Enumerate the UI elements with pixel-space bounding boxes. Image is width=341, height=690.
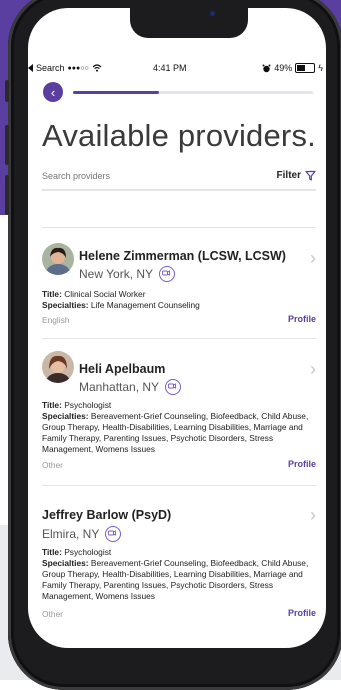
status-left: Search ●●●○○ xyxy=(28,63,102,73)
mute-switch xyxy=(5,80,9,102)
provider-specialties-line: Specialties: Bereavement-Grief Counselin… xyxy=(42,411,316,455)
provider-title-line: Title: Clinical Social Worker xyxy=(42,289,316,300)
volume-down-button xyxy=(5,175,9,215)
provider-name[interactable]: Heli Apelbaum xyxy=(79,362,165,376)
page-title: Available providers. xyxy=(42,118,316,153)
title-value: Psychologist xyxy=(64,400,112,410)
provider-info: Title: Clinical Social Worker Specialtie… xyxy=(42,289,316,311)
back-button[interactable]: ‹ xyxy=(43,82,63,102)
provider-location: New York, NY xyxy=(79,266,176,282)
funnel-icon xyxy=(305,170,316,181)
specialties-label: Specialties: xyxy=(42,300,89,310)
location-text: Manhattan, NY xyxy=(79,380,160,394)
provider-specialties-line: Specialties: Bereavement-Grief Counselin… xyxy=(42,558,316,602)
provider-card[interactable]: Heli Apelbaum Manhattan, NY › Title: Psy… xyxy=(42,350,316,480)
profile-link[interactable]: Profile xyxy=(288,608,316,618)
provider-language: Other xyxy=(42,460,63,470)
status-time: 4:41 PM xyxy=(153,63,187,73)
phone-notch xyxy=(130,8,248,38)
wifi-icon xyxy=(92,64,102,72)
filter-label: Filter xyxy=(276,170,301,181)
provider-card[interactable]: Jeffrey Barlow (PsyD) Elmira, NY › Title… xyxy=(42,505,316,635)
video-camera-icon xyxy=(165,379,182,395)
front-camera xyxy=(210,11,215,16)
provider-name[interactable]: Helene Zimmerman (LCSW, LCSW) xyxy=(79,249,286,263)
alarm-icon xyxy=(262,64,271,72)
provider-location: Elmira, NY xyxy=(42,526,122,542)
divider xyxy=(42,227,316,228)
status-right: 49% ϟ xyxy=(262,63,323,73)
chevron-right-icon: › xyxy=(310,359,316,379)
provider-info: Title: Psychologist Specialties: Bereave… xyxy=(42,400,316,455)
avatar xyxy=(42,351,74,383)
specialties-label: Specialties: xyxy=(42,558,89,568)
provider-title-line: Title: Psychologist xyxy=(42,547,316,558)
location-text: New York, NY xyxy=(79,267,154,281)
divider xyxy=(42,338,316,339)
battery-icon xyxy=(295,63,316,73)
title-label: Title: xyxy=(42,289,62,299)
profile-link[interactable]: Profile xyxy=(288,459,316,469)
provider-specialties-line: Specialties: Life Management Counseling xyxy=(42,300,316,311)
video-camera-icon xyxy=(159,266,176,282)
provider-card[interactable]: Helene Zimmerman (LCSW, LCSW) New York, … xyxy=(42,240,316,340)
avatar xyxy=(42,243,74,275)
divider xyxy=(42,189,316,190)
video-camera-icon xyxy=(105,526,122,542)
title-label: Title: xyxy=(42,400,62,410)
provider-location: Manhattan, NY xyxy=(79,379,182,395)
volume-up-button xyxy=(5,125,9,165)
signal-icon: ●●●○○ xyxy=(67,64,89,72)
battery-percent: 49% xyxy=(274,63,293,73)
progress-bar xyxy=(73,91,313,94)
provider-info: Title: Psychologist Specialties: Bereave… xyxy=(42,547,316,602)
status-bar: Search ●●●○○ 4:41 PM 49% ϟ xyxy=(28,63,323,79)
location-text: Elmira, NY xyxy=(42,527,100,541)
provider-name[interactable]: Jeffrey Barlow (PsyD) xyxy=(42,508,171,522)
chevron-right-icon: › xyxy=(310,505,316,525)
charging-icon: ϟ xyxy=(318,63,323,73)
provider-language: English xyxy=(42,315,70,325)
filter-button[interactable]: Filter xyxy=(277,170,316,181)
chevron-left-icon: ‹ xyxy=(50,84,56,100)
specialties-label: Specialties: xyxy=(42,411,89,421)
title-value: Clinical Social Worker xyxy=(64,289,146,299)
provider-language: Other xyxy=(42,609,63,619)
search-row: Filter xyxy=(42,168,316,191)
search-input[interactable] xyxy=(42,168,242,184)
profile-link[interactable]: Profile xyxy=(288,314,316,324)
title-value: Psychologist xyxy=(64,547,112,557)
back-to-app-icon[interactable] xyxy=(28,64,33,72)
title-label: Title: xyxy=(42,547,62,557)
chevron-right-icon: › xyxy=(310,248,316,268)
specialties-value: Life Management Counseling xyxy=(90,300,200,310)
provider-title-line: Title: Psychologist xyxy=(42,400,316,411)
status-carrier: Search xyxy=(36,63,65,73)
progress-fill xyxy=(73,91,160,94)
divider xyxy=(42,485,316,486)
